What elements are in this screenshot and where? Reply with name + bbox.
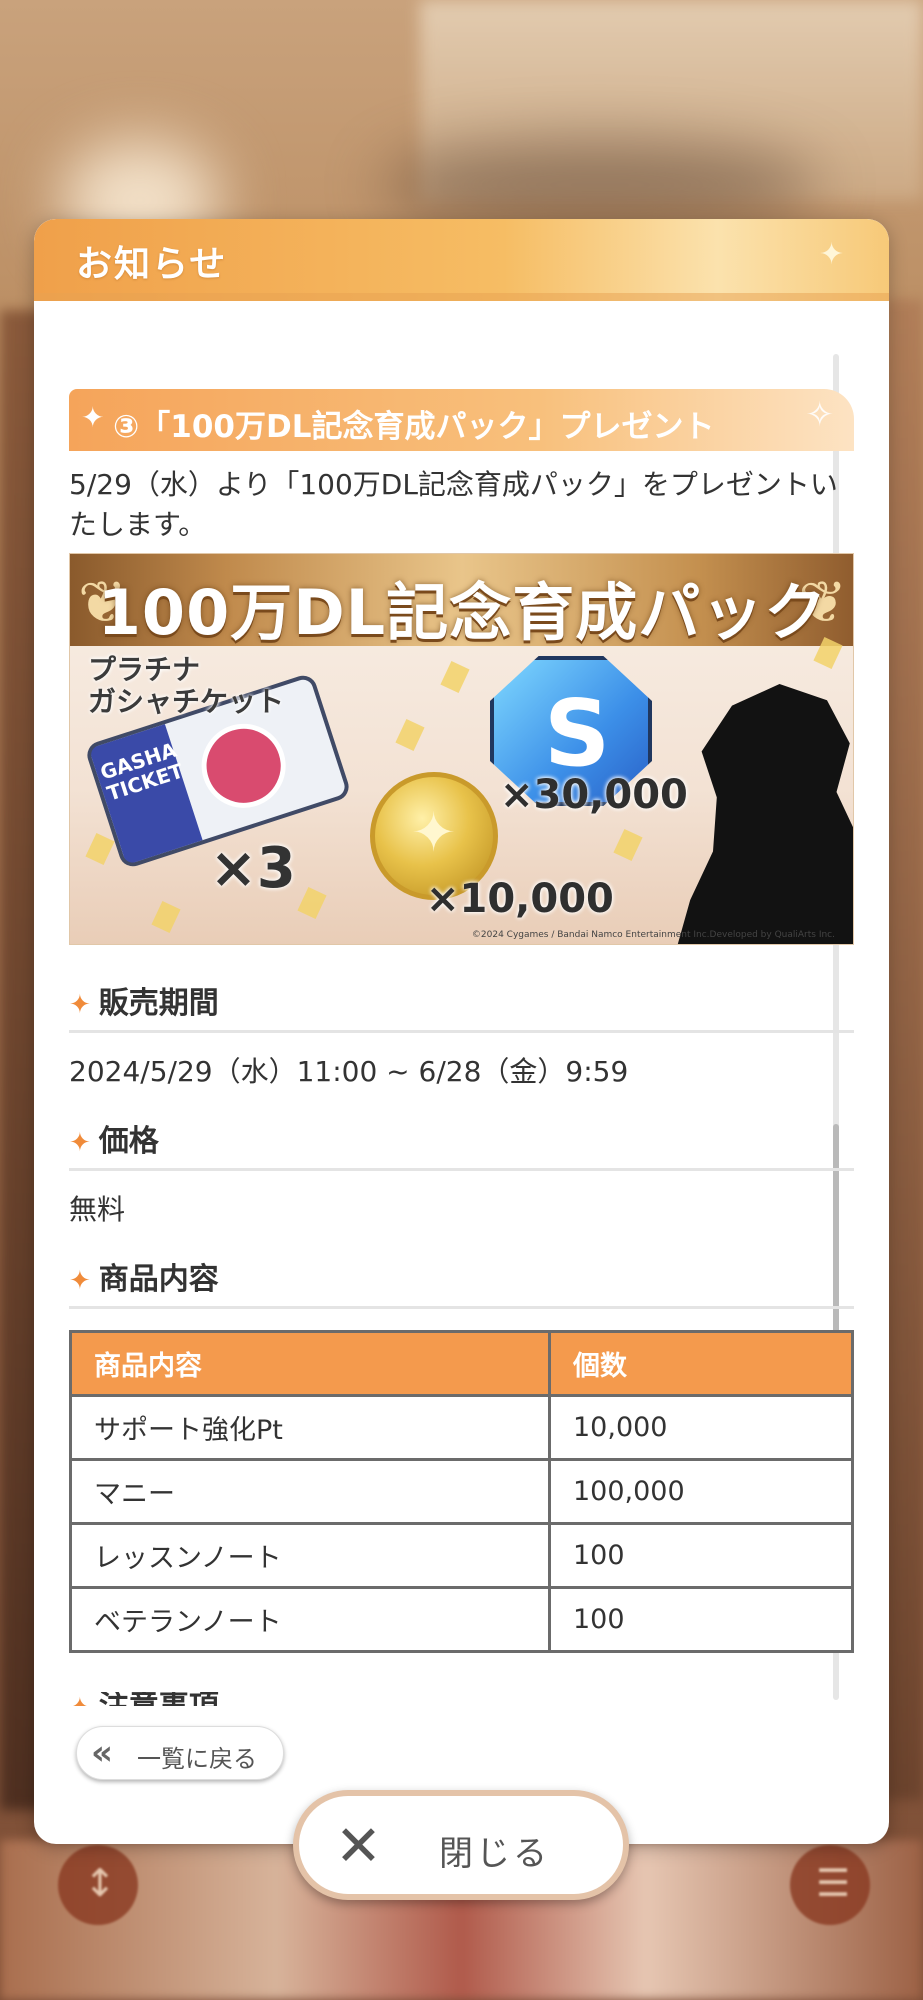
item-count: 100 [548,1586,854,1653]
ticket-text: GASHA TICKET [97,737,187,806]
divider [69,1030,854,1033]
divider [69,1168,854,1171]
table-row: サポート強化Pt 10,000 [69,1394,854,1461]
close-button[interactable]: ✕ 閉じる [293,1790,629,1900]
background-wall [883,300,923,1800]
confetti [395,718,425,752]
background-blur [380,140,820,230]
item-name: サポート強化Pt [69,1394,551,1461]
ticket-label: プラチナ ガシャチケット [88,653,285,718]
star-icon: ✦ [81,401,105,434]
sale-period-heading: ✦ 販売期間 [69,978,219,1022]
notes-label: 注意事項 [99,1692,219,1706]
intro-text: 5/29（水）より「100万DL記念育成パック」をプレゼントいたします。 [69,468,838,541]
price-label: 価格 [98,1124,159,1159]
column-header: 商品内容 [69,1330,551,1397]
bottom-left-icon: ↕ [58,1845,138,1925]
item-name: ベテランノート [69,1586,551,1653]
confetti [297,886,327,920]
copyright-text: ©2024 Cygames / Bandai Namco Entertainme… [471,930,835,940]
table-row: マニー 100,000 [69,1458,854,1525]
menu-icon: ☰ [790,1845,870,1925]
contents-label: 商品内容 [98,1262,219,1297]
character-silhouette [675,684,853,944]
s-letter: S [544,680,611,787]
item-count: 100,000 [548,1458,854,1525]
price-value: 無料 [69,1193,126,1226]
column-header: 個数 [548,1330,854,1397]
section-banner: ✦ ③「100万DL記念育成パック」プレゼント ✧ [69,389,854,451]
notes-heading: ✦ 注意事項 [69,1692,219,1706]
ticket-stamp [190,712,297,819]
confetti [613,828,643,862]
back-button-label: 一覧に戻る [137,1745,257,1773]
divider [69,1306,854,1309]
section-title: ③「100万DL記念育成パック」プレゼント [113,409,715,445]
table-row: ベテランノート 100 [69,1586,854,1653]
back-to-list-button[interactable]: ‹‹ 一覧に戻る [76,1726,284,1780]
item-count: 100 [548,1522,854,1589]
table-header-row: 商品内容 個数 [69,1330,854,1397]
star-icon: ✦ [69,1128,91,1158]
close-icon: ✕ [335,1814,382,1879]
coin-quantity: ×10,000 [426,876,614,922]
table-row: レッスンノート 100 [69,1522,854,1589]
contents-table: 商品内容 個数 サポート強化Pt 10,000 マニー 100,000 レッスン… [69,1330,854,1653]
item-name: レッスンノート [69,1522,551,1589]
star-icon: ✦ [69,1693,91,1706]
sparkle-icon: ✦ [819,237,845,272]
dialog-title: お知らせ [76,244,228,285]
sparkle-icon: ✧ [805,395,835,435]
close-button-label: 閉じる [439,1834,550,1874]
promo-title: 100万DL記念育成パック [97,576,828,649]
star-icon: ✦ [69,1266,91,1296]
ticket-quantity: ×3 [210,836,296,901]
sale-period-label: 販売期間 [98,986,219,1021]
item-count: 10,000 [548,1394,854,1461]
s-quantity: ×30,000 [500,772,688,818]
confetti [440,660,470,694]
promo-banner-image: ❦ ❦ 100万DL記念育成パック GASHA TICKET プラチナ ガシャチ… [69,553,854,945]
contents-heading: ✦ 商品内容 [69,1254,219,1298]
item-name: マニー [69,1458,551,1525]
dialog-header: お知らせ ✦ [34,219,889,301]
price-heading: ✦ 価格 [69,1116,159,1160]
confetti [151,900,181,934]
star-icon: ✦ [69,990,91,1020]
double-chevron-left-icon: ‹‹ [91,1733,113,1773]
confetti [85,832,115,866]
sale-period-value: 2024/5/29（水）11:00 ~ 6/28（金）9:59 [69,1055,629,1088]
